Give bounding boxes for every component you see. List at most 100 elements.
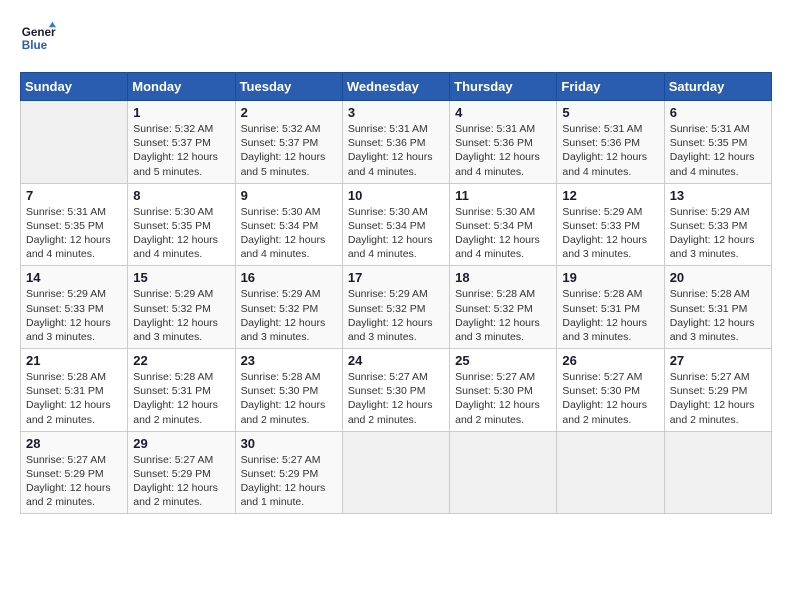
calendar-cell	[450, 431, 557, 514]
day-sun-info: Sunrise: 5:27 AMSunset: 5:29 PMDaylight:…	[133, 453, 229, 510]
calendar-cell: 8Sunrise: 5:30 AMSunset: 5:35 PMDaylight…	[128, 183, 235, 266]
calendar-body: 1 Sunrise: 5:32 AMSunset: 5:37 PMDaylight…	[21, 101, 772, 514]
calendar-cell: 10 Sunrise: 5:30 AMSunset: 5:34 PMDayligh…	[342, 183, 449, 266]
calendar-cell: 15 Sunrise: 5:29 AMSunset: 5:32 PMDayligh…	[128, 266, 235, 349]
calendar-cell: 18Sunrise: 5:28 AMSunset: 5:32 PMDayligh…	[450, 266, 557, 349]
day-sun-info: Sunrise: 5:30 AMSunset: 5:34 PMDaylight:…	[455, 205, 551, 262]
day-sun-info: Sunrise: 5:30 AMSunset: 5:34 PMDaylight:…	[348, 205, 444, 262]
days-of-week-row: SundayMondayTuesdayWednesdayThursdayFrid…	[21, 73, 772, 101]
day-number: 15	[133, 270, 229, 285]
svg-text:Blue: Blue	[22, 39, 48, 52]
day-number: 3	[348, 105, 444, 120]
day-number: 30	[241, 436, 337, 451]
calendar-cell: 3 Sunrise: 5:31 AMSunset: 5:36 PMDaylight…	[342, 101, 449, 184]
day-number: 22	[133, 353, 229, 368]
day-sun-info: Sunrise: 5:28 AMSunset: 5:31 PMDaylight:…	[26, 370, 122, 427]
day-sun-info: Sunrise: 5:27 AMSunset: 5:30 PMDaylight:…	[348, 370, 444, 427]
day-sun-info: Sunrise: 5:30 AMSunset: 5:34 PMDaylight:…	[241, 205, 337, 262]
day-number: 12	[562, 188, 658, 203]
day-sun-info: Sunrise: 5:29 AMSunset: 5:33 PMDaylight:…	[670, 205, 766, 262]
calendar-cell: 29 Sunrise: 5:27 AMSunset: 5:29 PMDayligh…	[128, 431, 235, 514]
calendar-cell: 5Sunrise: 5:31 AMSunset: 5:36 PMDaylight…	[557, 101, 664, 184]
calendar-cell: 25 Sunrise: 5:27 AMSunset: 5:30 PMDayligh…	[450, 349, 557, 432]
calendar-week-row: 21 Sunrise: 5:28 AMSunset: 5:31 PMDayligh…	[21, 349, 772, 432]
calendar-cell: 19 Sunrise: 5:28 AMSunset: 5:31 PMDayligh…	[557, 266, 664, 349]
calendar-cell: 9 Sunrise: 5:30 AMSunset: 5:34 PMDaylight…	[235, 183, 342, 266]
dow-header: Wednesday	[342, 73, 449, 101]
day-number: 19	[562, 270, 658, 285]
day-sun-info: Sunrise: 5:27 AMSunset: 5:30 PMDaylight:…	[455, 370, 551, 427]
day-sun-info: Sunrise: 5:29 AMSunset: 5:32 PMDaylight:…	[241, 287, 337, 344]
calendar-cell: 2 Sunrise: 5:32 AMSunset: 5:37 PMDaylight…	[235, 101, 342, 184]
day-number: 9	[241, 188, 337, 203]
calendar-cell: 17 Sunrise: 5:29 AMSunset: 5:32 PMDayligh…	[342, 266, 449, 349]
calendar-cell: 30 Sunrise: 5:27 AMSunset: 5:29 PMDayligh…	[235, 431, 342, 514]
day-number: 2	[241, 105, 337, 120]
calendar-cell: 27Sunrise: 5:27 AMSunset: 5:29 PMDayligh…	[664, 349, 771, 432]
day-number: 14	[26, 270, 122, 285]
day-number: 5	[562, 105, 658, 120]
day-number: 11	[455, 188, 551, 203]
dow-header: Friday	[557, 73, 664, 101]
day-sun-info: Sunrise: 5:29 AMSunset: 5:33 PMDaylight:…	[26, 287, 122, 344]
day-sun-info: Sunrise: 5:29 AMSunset: 5:32 PMDaylight:…	[133, 287, 229, 344]
day-sun-info: Sunrise: 5:32 AMSunset: 5:37 PMDaylight:…	[241, 122, 337, 179]
calendar-cell: 28Sunrise: 5:27 AMSunset: 5:29 PMDayligh…	[21, 431, 128, 514]
page-header: General Blue	[20, 20, 772, 56]
day-sun-info: Sunrise: 5:31 AMSunset: 5:35 PMDaylight:…	[26, 205, 122, 262]
day-sun-info: Sunrise: 5:29 AMSunset: 5:33 PMDaylight:…	[562, 205, 658, 262]
calendar-week-row: 7Sunrise: 5:31 AMSunset: 5:35 PMDaylight…	[21, 183, 772, 266]
calendar-cell: 14 Sunrise: 5:29 AMSunset: 5:33 PMDayligh…	[21, 266, 128, 349]
day-sun-info: Sunrise: 5:28 AMSunset: 5:31 PMDaylight:…	[562, 287, 658, 344]
day-sun-info: Sunrise: 5:31 AMSunset: 5:36 PMDaylight:…	[348, 122, 444, 179]
day-number: 1	[133, 105, 229, 120]
dow-header: Monday	[128, 73, 235, 101]
day-sun-info: Sunrise: 5:29 AMSunset: 5:32 PMDaylight:…	[348, 287, 444, 344]
day-sun-info: Sunrise: 5:27 AMSunset: 5:30 PMDaylight:…	[562, 370, 658, 427]
day-number: 13	[670, 188, 766, 203]
day-sun-info: Sunrise: 5:31 AMSunset: 5:36 PMDaylight:…	[455, 122, 551, 179]
day-number: 27	[670, 353, 766, 368]
day-number: 6	[670, 105, 766, 120]
calendar-cell: 24 Sunrise: 5:27 AMSunset: 5:30 PMDayligh…	[342, 349, 449, 432]
day-number: 4	[455, 105, 551, 120]
dow-header: Tuesday	[235, 73, 342, 101]
day-number: 23	[241, 353, 337, 368]
calendar-cell: 13 Sunrise: 5:29 AMSunset: 5:33 PMDayligh…	[664, 183, 771, 266]
day-sun-info: Sunrise: 5:28 AMSunset: 5:32 PMDaylight:…	[455, 287, 551, 344]
calendar-cell	[21, 101, 128, 184]
day-sun-info: Sunrise: 5:28 AMSunset: 5:30 PMDaylight:…	[241, 370, 337, 427]
day-sun-info: Sunrise: 5:27 AMSunset: 5:29 PMDaylight:…	[26, 453, 122, 510]
calendar-cell	[557, 431, 664, 514]
calendar-cell	[664, 431, 771, 514]
day-number: 16	[241, 270, 337, 285]
dow-header: Saturday	[664, 73, 771, 101]
svg-text:General: General	[22, 26, 56, 39]
calendar-cell: 21 Sunrise: 5:28 AMSunset: 5:31 PMDayligh…	[21, 349, 128, 432]
day-number: 10	[348, 188, 444, 203]
day-number: 29	[133, 436, 229, 451]
day-sun-info: Sunrise: 5:31 AMSunset: 5:35 PMDaylight:…	[670, 122, 766, 179]
calendar-cell: 12 Sunrise: 5:29 AMSunset: 5:33 PMDayligh…	[557, 183, 664, 266]
logo: General Blue	[20, 20, 56, 56]
calendar-cell: 6 Sunrise: 5:31 AMSunset: 5:35 PMDaylight…	[664, 101, 771, 184]
calendar-cell: 1Sunrise: 5:32 AMSunset: 5:37 PMDaylight…	[128, 101, 235, 184]
day-number: 21	[26, 353, 122, 368]
dow-header: Thursday	[450, 73, 557, 101]
day-number: 24	[348, 353, 444, 368]
day-sun-info: Sunrise: 5:30 AMSunset: 5:35 PMDaylight:…	[133, 205, 229, 262]
day-number: 25	[455, 353, 551, 368]
day-sun-info: Sunrise: 5:28 AMSunset: 5:31 PMDaylight:…	[670, 287, 766, 344]
calendar-week-row: 14 Sunrise: 5:29 AMSunset: 5:33 PMDayligh…	[21, 266, 772, 349]
day-sun-info: Sunrise: 5:27 AMSunset: 5:29 PMDaylight:…	[241, 453, 337, 510]
calendar-cell: 7Sunrise: 5:31 AMSunset: 5:35 PMDaylight…	[21, 183, 128, 266]
generalblue-logo-icon: General Blue	[20, 20, 56, 56]
calendar-week-row: 1 Sunrise: 5:32 AMSunset: 5:37 PMDaylight…	[21, 101, 772, 184]
calendar-week-row: 28Sunrise: 5:27 AMSunset: 5:29 PMDayligh…	[21, 431, 772, 514]
day-number: 17	[348, 270, 444, 285]
calendar-cell: 26Sunrise: 5:27 AMSunset: 5:30 PMDayligh…	[557, 349, 664, 432]
day-sun-info: Sunrise: 5:28 AMSunset: 5:31 PMDaylight:…	[133, 370, 229, 427]
calendar-cell: 22 Sunrise: 5:28 AMSunset: 5:31 PMDayligh…	[128, 349, 235, 432]
calendar-cell: 23 Sunrise: 5:28 AMSunset: 5:30 PMDayligh…	[235, 349, 342, 432]
calendar-table: SundayMondayTuesdayWednesdayThursdayFrid…	[20, 72, 772, 514]
